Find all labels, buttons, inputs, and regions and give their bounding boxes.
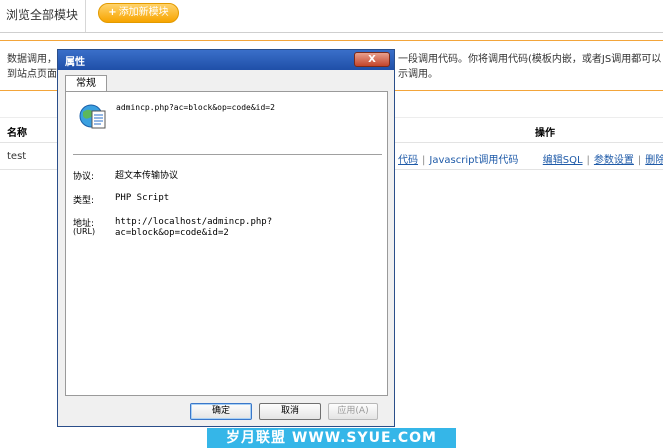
type-value: PHP Script [115,193,170,203]
link-javascript-code[interactable]: Javascript调用代码 [429,155,518,166]
separator: | [586,155,590,166]
row-actions: 代码 | Javascript调用代码 编辑SQL | 参数设置 | 删除 [398,151,663,166]
cell-module-name: test [7,151,27,162]
link-edit-sql[interactable]: 编辑SQL [543,155,583,166]
add-module-button[interactable]: + 添加新模块 [98,3,179,23]
link-delete[interactable]: 删除 [645,155,663,166]
link-code[interactable]: 代码 [398,155,418,166]
column-header-operation: 操作 [535,128,555,139]
separator: | [637,155,642,166]
address-value-line1: http://localhost/admincp.php? [115,217,273,227]
plus-icon: + [108,7,117,18]
protocol-value: 超文本传输协议 [115,171,179,181]
close-button[interactable]: X [354,52,390,67]
apply-button[interactable]: 应用(A) [328,403,378,420]
description-line: 示调用。 [398,69,438,80]
close-icon: X [368,54,376,65]
link-params[interactable]: 参数设置 [594,155,634,166]
cancel-button[interactable]: 取消 [259,403,321,420]
address-summary: admincp.php?ac=block&op=code&id=2 [116,103,275,112]
type-label: 类型: [73,196,95,206]
separator: | [422,155,426,166]
tab-browse-all[interactable]: 浏览全部模块 [0,0,86,32]
dialog-title: 属性 [65,57,85,68]
column-header-name: 名称 [7,128,27,139]
dialog-titlebar[interactable] [58,50,394,70]
ok-button[interactable]: 确定 [190,403,252,420]
add-module-label: 添加新模块 [118,7,169,18]
protocol-label: 协议: [73,172,95,182]
ie-document-icon [79,104,106,129]
address-value-line2: ac=block&op=code&id=2 [115,228,229,238]
watermark-banner: 岁月联盟 WWW.SYUE.COM [207,428,456,448]
properties-dialog: 属性 X 常规 admincp.php?ac=block&op=code&id=… [57,49,395,427]
tab-general[interactable]: 常规 [65,75,107,92]
description-line: 一段调用代码。你将调用代码(模板内嵌，或者JS调用都可以 [398,54,662,65]
separator-line [73,154,382,155]
address-label-url: (URL) [73,227,96,236]
description-right: 一段调用代码。你将调用代码(模板内嵌，或者JS调用都可以 示调用。 [398,52,663,82]
divider [0,40,663,41]
general-panel: admincp.php?ac=block&op=code&id=2 协议: 超文… [65,91,388,396]
